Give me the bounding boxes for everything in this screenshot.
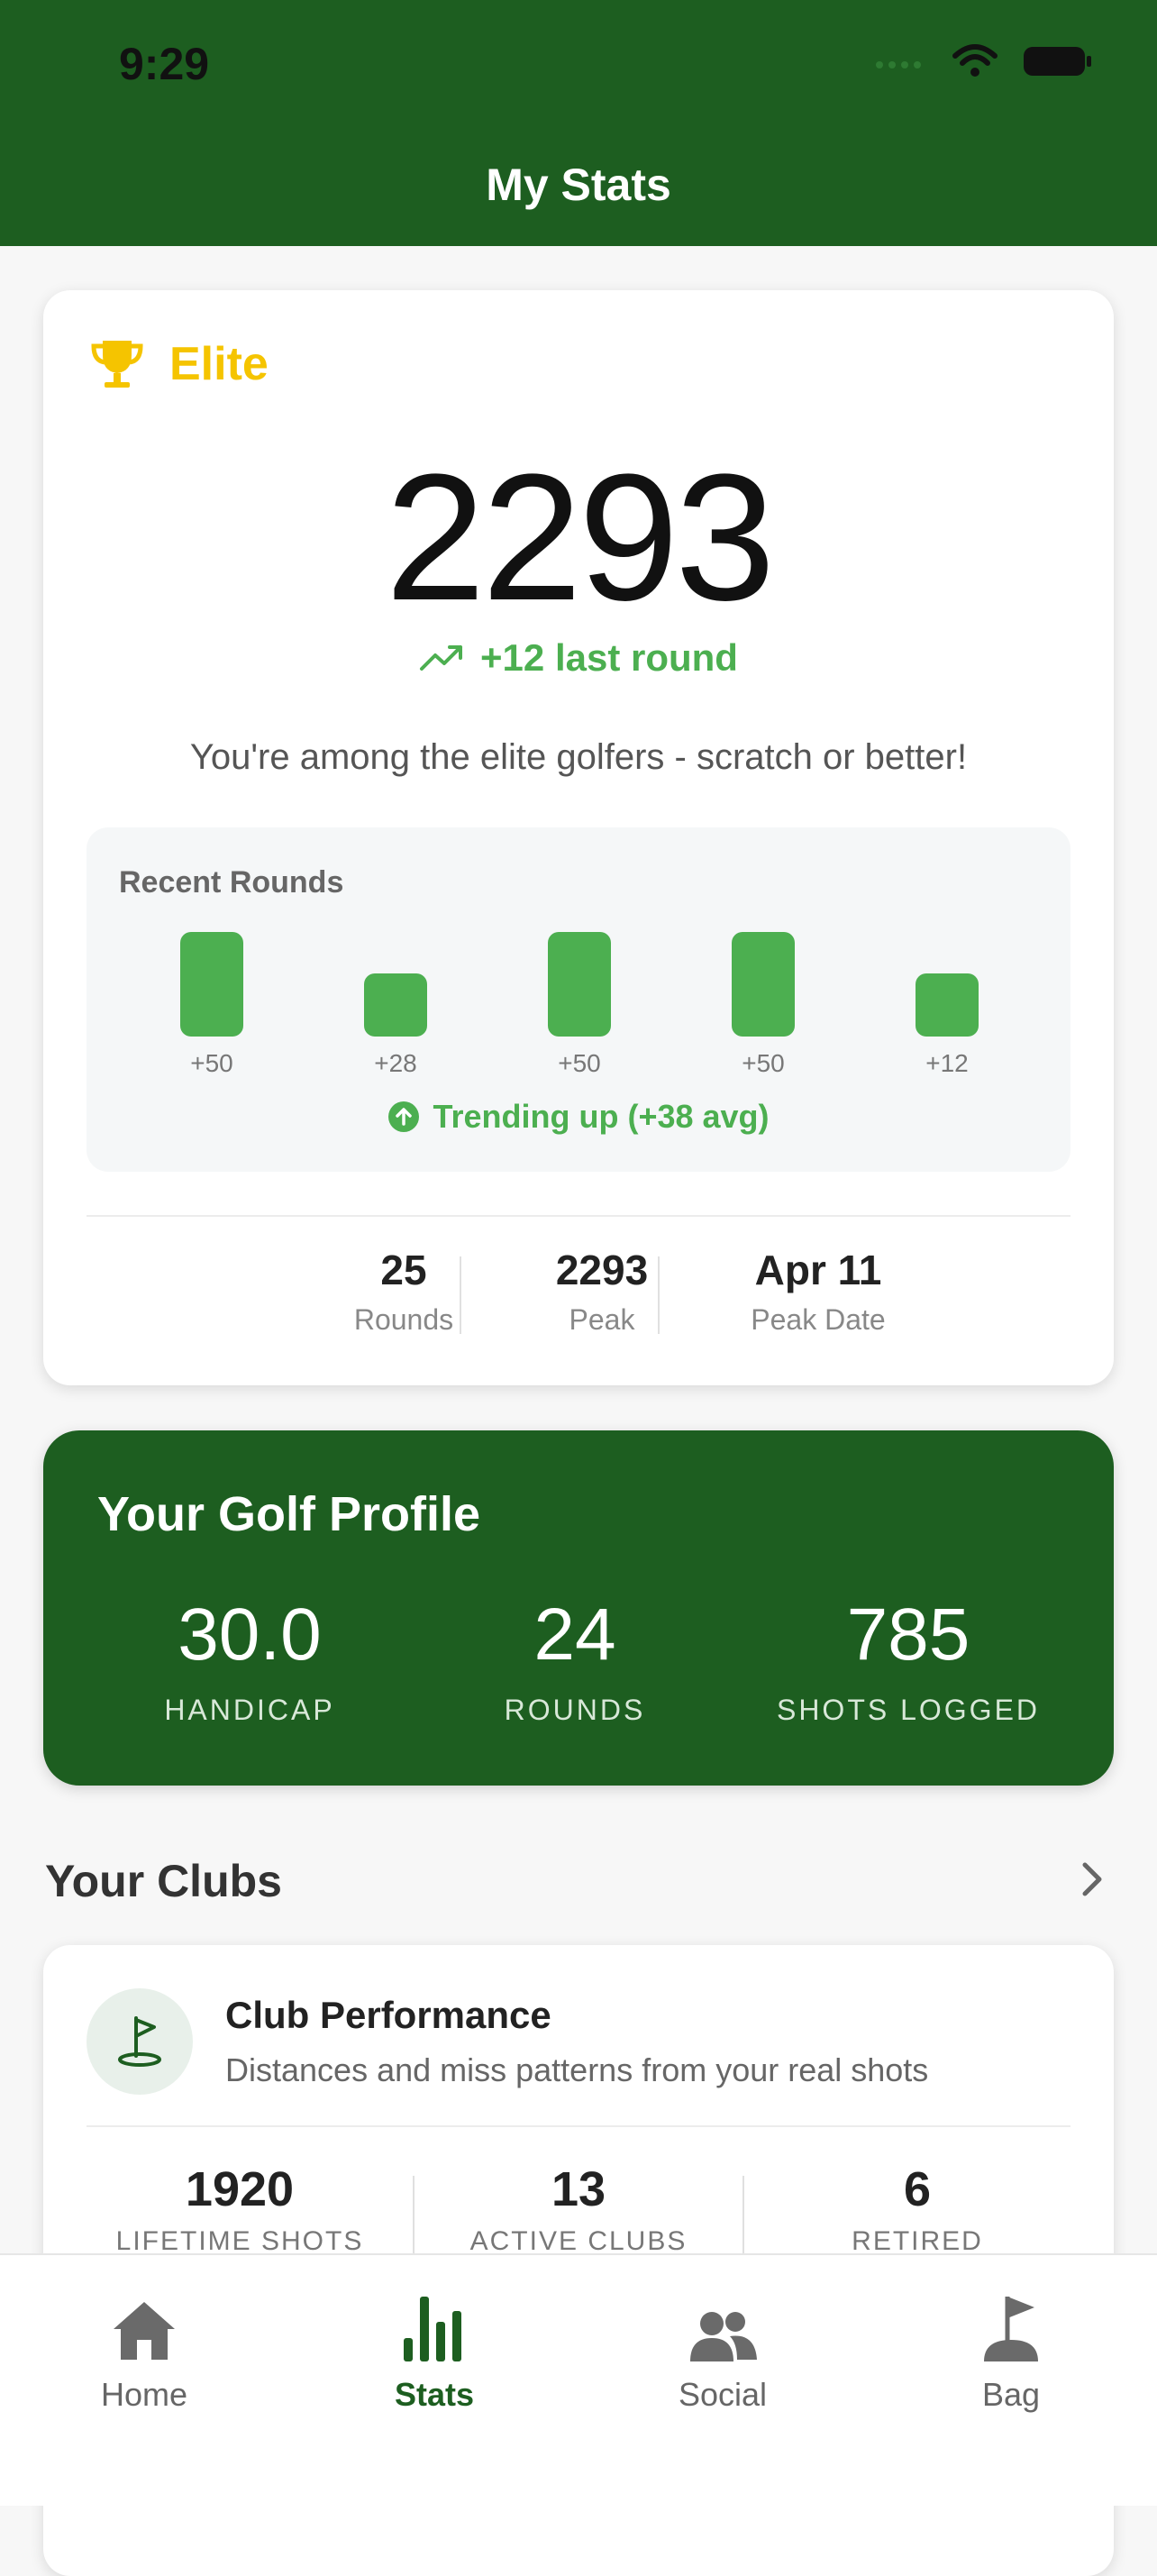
stats-icon <box>404 2297 461 2361</box>
golf-profile-card[interactable]: Your Golf Profile 30.0 HANDICAP 24 ROUND… <box>43 1430 1114 1786</box>
round-bar-label: +50 <box>742 1049 785 1077</box>
club-stat-active-clubs: 13 ACTIVE CLUBS <box>425 2161 732 2257</box>
profile-stat-rounds: 24 ROUNDS <box>440 1593 710 1727</box>
tab-label: Social <box>678 2376 768 2413</box>
rating-card: Elite 2293 +12 last round You're among t… <box>43 290 1114 1385</box>
tab-home[interactable]: Home <box>54 2291 234 2414</box>
page-title: My Stats <box>486 160 671 210</box>
round-bar-label: +50 <box>190 1049 233 1077</box>
club-stat-value: 13 <box>551 2162 606 2216</box>
profile-stat-label: HANDICAP <box>164 1694 335 1726</box>
rating-value: 2293 <box>385 437 776 638</box>
battery-icon <box>1024 47 1091 76</box>
round-bar-label: +12 <box>925 1049 969 1077</box>
trend-text: Trending up (+38 avg) <box>433 1098 770 1135</box>
divider <box>87 2125 1070 2127</box>
trending-up-icon <box>420 645 463 671</box>
stat-peak: 2293 Peak <box>503 1246 701 1337</box>
status-icons <box>874 43 1094 79</box>
golf-flag-icon <box>118 2016 161 2067</box>
stat-rounds: 25 Rounds <box>305 1246 503 1337</box>
stat-peak-date: Apr 11 Peak Date <box>692 1246 944 1337</box>
club-card-subtitle: Distances and miss patterns from your re… <box>225 2051 929 2088</box>
bag-icon <box>984 2297 1038 2361</box>
signal-icon <box>876 61 921 69</box>
round-bar-label: +50 <box>558 1049 601 1077</box>
club-stat-label: RETIRED <box>852 2226 983 2256</box>
round-bar <box>916 973 979 1037</box>
wifi-icon <box>952 44 998 77</box>
flag-icon-circle <box>87 1988 193 2095</box>
round-bar-label: +28 <box>374 1049 417 1077</box>
rating-delta-text: +12 last round <box>480 636 738 679</box>
round-bar <box>364 973 427 1037</box>
arrow-up-circle-icon <box>388 1101 420 1132</box>
header: 9:29 My Stats <box>0 0 1157 246</box>
stat-separator <box>658 1256 660 1334</box>
stat-label: Peak <box>569 1303 635 1336</box>
stat-value: Apr 11 <box>754 1247 882 1293</box>
round-bar <box>732 932 795 1037</box>
club-stat-value: 1920 <box>185 2162 295 2216</box>
home-icon <box>114 2302 175 2360</box>
profile-stat-value: 30.0 <box>178 1594 322 1676</box>
tab-label: Stats <box>394 2376 475 2413</box>
tier-label: Elite <box>169 338 269 390</box>
status-time: 9:29 <box>119 39 210 89</box>
stat-separator <box>742 2176 744 2266</box>
club-card-title: Club Performance <box>225 1994 551 2036</box>
club-stat-retired: 6 RETIRED <box>764 2161 1070 2257</box>
profile-stat-value: 785 <box>846 1594 970 1676</box>
tab-stats[interactable]: Stats <box>344 2291 524 2414</box>
recent-rounds-title: Recent Rounds <box>119 865 344 900</box>
section-title-clubs: Your Clubs <box>45 1856 282 1906</box>
social-icon <box>690 2312 757 2361</box>
profile-stat-label: ROUNDS <box>504 1694 646 1726</box>
tab-social[interactable]: Social <box>633 2291 813 2414</box>
tab-bar: Home Stats Social Bag <box>0 2253 1157 2506</box>
stat-label: Rounds <box>353 1303 454 1336</box>
tier-badge: Elite <box>88 335 269 393</box>
club-stat-value: 6 <box>903 2162 932 2216</box>
tab-bag[interactable]: Bag <box>921 2291 1101 2414</box>
profile-stat-shots: 785 SHOTS LOGGED <box>728 1593 1089 1727</box>
divider <box>87 1215 1070 1217</box>
trophy-icon <box>91 341 143 388</box>
tab-label: Home <box>100 2376 188 2413</box>
tier-description: You're among the elite golfers - scratch… <box>189 737 968 777</box>
stat-value: 25 <box>380 1247 427 1293</box>
round-bar <box>548 932 611 1037</box>
club-stat-lifetime-shots: 1920 LIFETIME SHOTS <box>87 2161 393 2257</box>
rating-delta: +12 last round <box>43 636 1114 680</box>
profile-title: Your Golf Profile <box>97 1487 481 1541</box>
stat-separator <box>413 2176 415 2266</box>
tab-label: Bag <box>981 2376 1041 2413</box>
profile-stat-label: SHOTS LOGGED <box>776 1694 1041 1726</box>
stat-label: Peak Date <box>751 1303 886 1336</box>
club-stat-label: ACTIVE CLUBS <box>469 2226 688 2256</box>
profile-stat-handicap: 30.0 HANDICAP <box>119 1593 380 1727</box>
trend-indicator: Trending up (+38 avg) <box>87 1098 1070 1136</box>
stat-separator <box>460 1256 461 1334</box>
recent-rounds: Recent Rounds +50 +28 +50 +50 +12 Trending u… <box>87 827 1070 1172</box>
stat-value: 2293 <box>555 1247 649 1293</box>
club-stat-label: LIFETIME SHOTS <box>115 2226 364 2256</box>
round-bar <box>180 932 243 1037</box>
chevron-right-icon[interactable] <box>1080 1857 1107 1911</box>
profile-stat-value: 24 <box>533 1594 616 1676</box>
